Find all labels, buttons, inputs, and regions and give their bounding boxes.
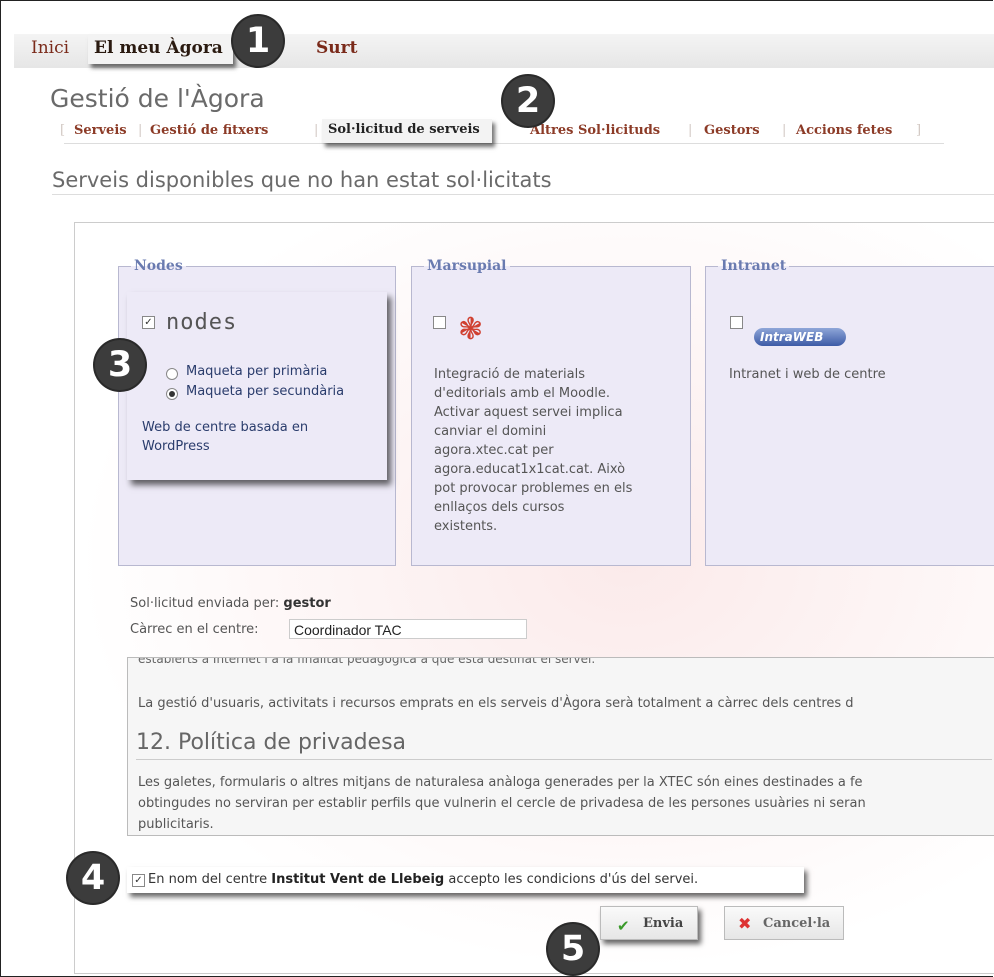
nav-inici-link[interactable]: Inici: [31, 38, 69, 58]
service-nodes-description: Web de centre basada en: [142, 420, 309, 435]
service-intranet-fieldset: Intranet: [705, 258, 994, 566]
terms-text: establerts a Internet i a la finalitat p…: [138, 657, 596, 666]
tab-accions-fetes[interactable]: Accions fetes: [796, 123, 892, 138]
nav-el-meu-agora-link[interactable]: El meu Àgora: [88, 34, 233, 64]
tab-separator: |: [782, 123, 787, 138]
service-marsupial-description: agora.educat1x1cat.cat. Això: [434, 462, 626, 477]
service-nodes-checkbox[interactable]: ✓: [142, 316, 155, 329]
service-marsupial-description: canviar el domini: [434, 424, 547, 439]
service-nodes-legend: Nodes: [134, 258, 183, 274]
annotation-badge-2: 2: [503, 76, 553, 126]
service-marsupial-checkbox[interactable]: [433, 316, 446, 329]
tab-sollicitud-de-serveis[interactable]: Sol·licitud de serveis: [322, 119, 492, 143]
service-marsupial-description: enllaços dels cursos: [434, 500, 565, 515]
intraweb-logo: IntraWEB: [754, 328, 846, 346]
service-marsupial-description: Activar aquest servei implica: [434, 405, 623, 420]
terms-text-line: obtingudes no serviran per establir perf…: [138, 796, 866, 811]
service-marsupial-description: d'editorials amb el Moodle.: [434, 386, 611, 401]
top-navigation: Inici El meu Àgora Surt: [14, 34, 994, 68]
school-name: Institut Vent de Llebeig: [271, 872, 445, 887]
terms-heading: 12. Política de privadesa: [136, 730, 992, 760]
service-intranet-checkbox[interactable]: [730, 316, 743, 329]
kangaroo-icon: ❃: [458, 312, 484, 347]
request-sent-by-value: gestor: [283, 596, 331, 611]
terms-text-line: publicitaris.: [138, 817, 214, 832]
submit-button[interactable]: Envia: [600, 906, 698, 940]
accept-suffix: accepto les condicions d'ús del servei.: [448, 872, 699, 887]
tab-separator: |: [138, 123, 143, 138]
radio-maqueta-secundaria[interactable]: [166, 388, 178, 400]
service-marsupial-description: agora.xtec.cat per: [434, 443, 554, 458]
annotation-badge-3: 3: [95, 340, 145, 390]
nav-surt-link[interactable]: Surt: [316, 38, 357, 58]
close-icon: ✖: [738, 914, 752, 933]
tab-separator: |: [688, 123, 693, 138]
subtabs-open-bracket: [: [60, 123, 66, 138]
tab-gestors[interactable]: Gestors: [704, 123, 760, 138]
radio-maqueta-primaria[interactable]: [166, 368, 178, 380]
radio-maqueta-primaria-label[interactable]: Maqueta per primària: [186, 362, 327, 381]
tab-separator: |: [314, 123, 319, 138]
role-label: Càrrec en el centre:: [130, 622, 259, 637]
tab-gestio-de-fitxers[interactable]: Gestió de fitxers: [150, 123, 268, 138]
annotation-badge-5: 5: [548, 924, 598, 974]
request-sent-by-label: Sol·licitud enviada per:: [130, 596, 280, 611]
tab-altres-sollicituds[interactable]: Altres Sol·licituds: [530, 123, 660, 138]
subtabs-close-bracket: ]: [916, 123, 922, 138]
request-sent-by: Sol·licitud enviada per: gestor: [130, 596, 331, 611]
service-marsupial-description: existents.: [434, 519, 498, 534]
accept-prefix: En nom del centre: [148, 872, 268, 887]
service-marsupial-legend: Marsupial: [427, 258, 507, 274]
role-input[interactable]: Coordinador TAC: [289, 619, 527, 639]
annotation-badge-4: 4: [68, 853, 118, 903]
service-marsupial-description: Integració de materials: [434, 367, 585, 382]
page-title: Gestió de l'Àgora: [50, 84, 265, 113]
annotation-badge-1: 1: [233, 16, 283, 66]
checkmark-icon: ✔: [617, 917, 630, 935]
terms-text: Les galetes, formularis o altres mitjans…: [138, 772, 866, 835]
service-intranet-description: Intranet i web de centre: [729, 367, 886, 382]
section-divider: [52, 194, 994, 195]
subtabs-bar: [ Serveis | Gestió de fitxers | Sol·lici…: [60, 119, 950, 145]
radio-maqueta-secundaria-label[interactable]: Maqueta per secundària: [186, 382, 344, 401]
terms-scroll-box[interactable]: establerts a Internet i a la finalitat p…: [127, 657, 994, 836]
service-marsupial-description: pot provocar problemes en els: [434, 481, 633, 496]
nodes-logo: nodes: [166, 310, 238, 335]
accept-conditions-label[interactable]: En nom del centre Institut Vent de Llebe…: [148, 872, 698, 887]
tab-serveis[interactable]: Serveis: [74, 123, 127, 138]
terms-text: La gestió d'usuaris, activitats i recurs…: [138, 696, 854, 711]
section-title: Serveis disponibles que no han estat sol…: [52, 168, 552, 192]
terms-text-line: Les galetes, formularis o altres mitjans…: [138, 775, 863, 790]
service-nodes-description: WordPress: [142, 439, 210, 454]
service-intranet-legend: Intranet: [721, 258, 787, 274]
accept-conditions-checkbox[interactable]: ✓: [132, 874, 145, 887]
